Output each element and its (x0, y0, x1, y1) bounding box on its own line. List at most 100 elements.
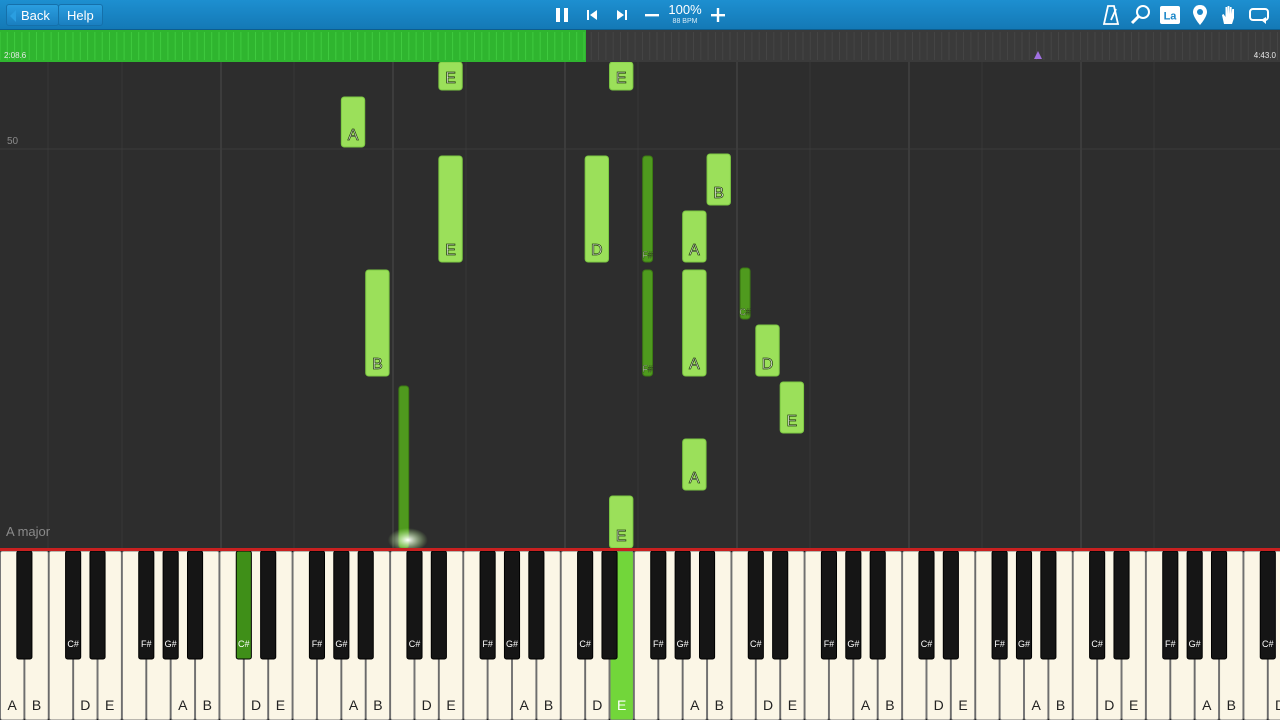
key-label: D (1104, 697, 1114, 713)
black-key[interactable]: G# (674, 551, 691, 660)
measure-number: 50 (7, 136, 19, 147)
falling-note: D (584, 155, 610, 263)
timeline-scrubber[interactable]: 2:08.6 4:43.0 (0, 30, 1280, 62)
minus-icon[interactable] (640, 3, 664, 27)
key-label: B (544, 697, 553, 713)
black-key[interactable]: F# (138, 551, 155, 660)
key-label: D (422, 697, 432, 713)
black-key[interactable]: F# (650, 551, 667, 660)
key-label: C# (921, 639, 933, 649)
black-key[interactable] (357, 551, 374, 660)
black-key[interactable] (260, 551, 277, 660)
key-label: B (885, 697, 894, 713)
black-key[interactable]: C# (235, 551, 252, 660)
keyboard-keys: ABDEABDEABDEABDEABDEABDEABDEABDC#F#G#C#F… (0, 551, 1280, 720)
black-key[interactable]: G# (845, 551, 862, 660)
key-label: G# (677, 639, 689, 649)
black-key[interactable] (1113, 551, 1130, 660)
key-label: D (763, 697, 773, 713)
key-label: F# (653, 639, 664, 649)
help-button[interactable]: Help (58, 4, 103, 26)
black-key[interactable]: C# (577, 551, 594, 660)
black-key[interactable]: G# (333, 551, 350, 660)
falling-note: C# (739, 267, 751, 320)
key-label: A (690, 697, 700, 713)
black-key[interactable]: C# (747, 551, 764, 660)
back-button[interactable]: Back (6, 4, 59, 26)
key-label: E (105, 697, 114, 713)
note-label: B (372, 356, 383, 373)
black-key[interactable] (528, 551, 545, 660)
black-key[interactable]: G# (1015, 551, 1033, 660)
note-label: C# (739, 307, 751, 317)
note-label: D (762, 356, 774, 373)
black-key[interactable] (1210, 551, 1228, 660)
black-key[interactable]: F# (308, 551, 326, 660)
black-key[interactable] (89, 551, 106, 660)
pause-icon[interactable] (550, 3, 574, 27)
note-labels-icon[interactable]: La (1158, 3, 1182, 27)
black-key[interactable]: G# (162, 551, 179, 660)
black-key[interactable] (869, 551, 886, 660)
key-label: E (446, 697, 455, 713)
key-label: E (788, 697, 797, 713)
bookmark-marker[interactable] (1034, 51, 1042, 59)
key-label: G# (165, 639, 177, 649)
total-time: 4:43.0 (1253, 51, 1276, 60)
black-key[interactable]: C# (1089, 551, 1106, 660)
key-label: C# (409, 639, 421, 649)
toolbar: Back Help 100% 88 BPM La (0, 0, 1280, 30)
key-signature: A major (6, 524, 51, 539)
skip-back-icon[interactable] (580, 3, 604, 27)
speed-display[interactable]: 100% 88 BPM (666, 3, 704, 26)
falling-note: B (365, 269, 390, 377)
black-key[interactable]: G# (503, 551, 521, 660)
black-key[interactable] (698, 551, 716, 660)
key-label: A (178, 697, 188, 713)
note-label: F# (642, 250, 653, 260)
black-key[interactable]: F# (820, 551, 838, 660)
key-label: F# (1165, 639, 1176, 649)
note-label: E (445, 70, 456, 87)
loop-icon[interactable] (1247, 3, 1271, 27)
black-key[interactable]: F# (1162, 551, 1179, 660)
search-icon[interactable] (1129, 3, 1153, 27)
black-key[interactable] (1040, 551, 1057, 660)
black-key[interactable] (772, 551, 789, 660)
black-key[interactable]: F# (991, 551, 1008, 660)
falling-note: E (609, 495, 634, 548)
speed-bpm: 88 BPM (672, 18, 698, 25)
key-label: F# (141, 639, 152, 649)
falling-note: E (609, 62, 634, 91)
black-key[interactable]: C# (65, 551, 82, 660)
black-key[interactable] (16, 551, 33, 660)
black-key[interactable]: G# (1186, 551, 1203, 660)
key-label: C# (1091, 639, 1103, 649)
bookmark-pin-icon[interactable] (1188, 3, 1212, 27)
black-key[interactable]: C# (406, 551, 423, 660)
skip-forward-icon[interactable] (610, 3, 634, 27)
key-label: A (861, 697, 871, 713)
metronome-icon[interactable] (1099, 3, 1123, 27)
black-key[interactable]: C# (918, 551, 935, 660)
hand-icon[interactable] (1217, 3, 1241, 27)
key-label: G# (506, 639, 518, 649)
black-key[interactable] (186, 551, 204, 660)
plus-icon[interactable] (706, 3, 730, 27)
note-label: E (616, 528, 627, 545)
black-key[interactable]: F# (479, 551, 496, 660)
note-label: A (348, 127, 359, 144)
falling-note: A (340, 96, 366, 148)
key-label: B (1227, 697, 1236, 713)
synthesia-app: Back Help 100% 88 BPM La 2:08.6 4:43.0 E… (0, 0, 1280, 720)
piano-keyboard[interactable]: ABDEABDEABDEABDEABDEABDEABDEABDC#F#G#C#F… (0, 548, 1280, 720)
falling-note: F# (642, 269, 653, 377)
note-label: A (689, 470, 700, 487)
black-key[interactable]: C# (1259, 551, 1276, 660)
falling-note: F# (642, 155, 653, 263)
key-label: A (1202, 697, 1212, 713)
black-key[interactable] (430, 551, 447, 660)
black-key[interactable] (942, 551, 959, 660)
key-label: B (32, 697, 41, 713)
svg-text:La: La (1164, 11, 1178, 23)
